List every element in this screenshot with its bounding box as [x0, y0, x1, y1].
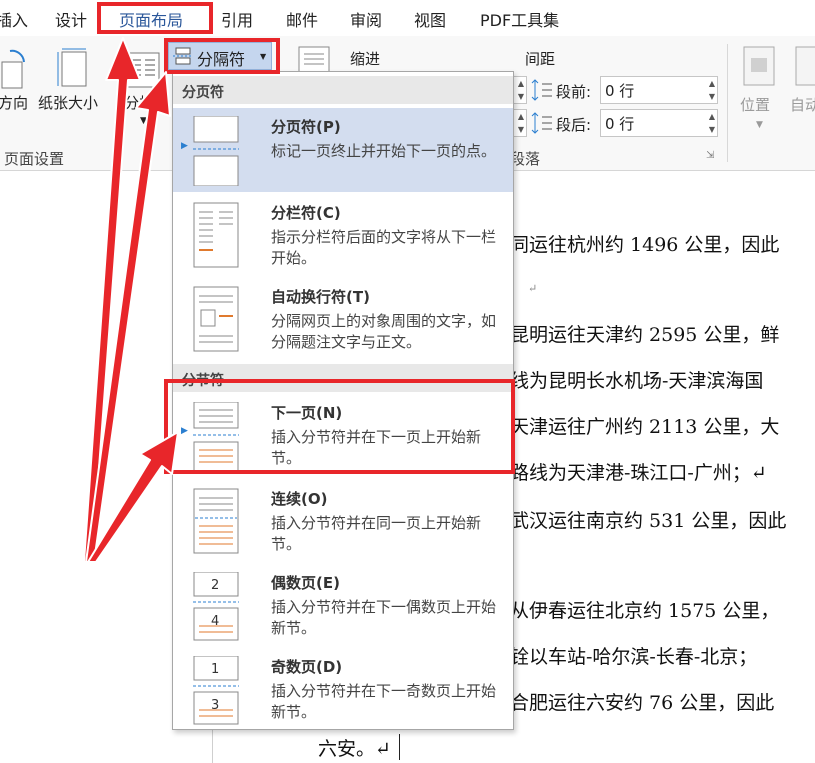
tab-view[interactable]: 视图	[414, 7, 446, 31]
indent-label: 缩进	[350, 50, 381, 68]
position-dropdown-arrow-icon: ▼	[756, 120, 763, 130]
column-break-icon	[193, 202, 239, 268]
menu-item-description: 插入分节符并在下一偶数页上开始新节。	[271, 598, 497, 637]
menu-item-title: 自动换行符(T)	[271, 288, 370, 306]
menu-item-description: 插入分节符并在下一奇数页上开始新节。	[271, 682, 497, 721]
doc-line[interactable]: 合肥运往六安约 76 公里，因此	[510, 688, 774, 715]
paragraph-dialog-launcher-icon[interactable]: ⇲	[706, 150, 714, 161]
tab-review[interactable]: 审阅	[350, 7, 382, 31]
menu-item-title: 偶数页(E)	[271, 574, 340, 592]
spacing-before-label: 段前:	[556, 83, 592, 101]
doc-paragraph-mark: ↵	[528, 282, 538, 295]
menu-item-page-break[interactable]: ▶ 分页符(P) 标记一页终止并开始下一页的点。	[173, 108, 513, 192]
group-separator	[727, 44, 728, 162]
even-page-number: 4	[211, 614, 220, 629]
spacing-before-value: 0 行	[605, 82, 635, 100]
menu-item-title: 连续(O)	[271, 490, 328, 508]
highlight-box-next-page	[164, 379, 515, 474]
menu-item-odd-page[interactable]: 1 3 奇数页(D) 插入分节符并在下一奇数页上开始新节。	[173, 648, 513, 728]
page-breaks-header: 分页符	[173, 76, 513, 104]
line-numbers-icon	[298, 46, 330, 72]
doc-line[interactable]: 线为昆明长水机场-天津滨海国	[510, 366, 763, 393]
menu-item-description: 指示分栏符后面的文字将从下一栏开始。	[271, 228, 497, 267]
continuous-icon	[193, 488, 239, 554]
even-page-number: 2	[211, 578, 220, 593]
odd-page-number: 3	[211, 698, 220, 713]
doc-line[interactable]: 天津运往广州约 2113 公里，大	[510, 412, 779, 439]
text-wrapping-break-icon	[193, 286, 239, 352]
spacing-label: 间距	[525, 50, 556, 68]
wrap-text-button[interactable]: 自动	[790, 94, 815, 115]
tab-insert[interactable]: 插入	[0, 7, 28, 31]
columns-button[interactable]: 分栏	[124, 92, 154, 113]
highlight-box-breaks-button	[164, 38, 280, 74]
menu-item-title: 奇数页(D)	[271, 658, 343, 676]
paper-size-button[interactable]: 纸张大小	[38, 92, 98, 113]
tab-mailings[interactable]: 邮件	[286, 7, 318, 31]
doc-line[interactable]: 六安。↵	[318, 734, 391, 761]
tab-references[interactable]: 引用	[221, 7, 253, 31]
doc-line[interactable]: 武汉运往南京约 531 公里，因此	[510, 506, 786, 533]
spacing-after-value: 0 行	[605, 115, 635, 133]
doc-line[interactable]: 昆明运往天津约 2595 公里，鲜	[510, 320, 779, 347]
selection-pointer-icon: ▶	[181, 141, 188, 151]
menu-item-description: 标记一页终止并开始下一页的点。	[271, 142, 497, 160]
menu-item-title: 分页符(P)	[271, 118, 341, 136]
odd-page-number: 1	[211, 662, 220, 677]
menu-item-text-wrapping-break[interactable]: 自动换行符(T) 分隔网页上的对象周围的文字，如分隔题注文字与正文。	[173, 278, 513, 362]
tab-pdf-tools[interactable]: PDF工具集	[480, 7, 559, 31]
spacing-after-icon	[531, 112, 552, 134]
doc-line[interactable]: 铨以车站-哈尔滨-长春-北京；	[510, 642, 757, 669]
spacing-before-field[interactable]: 0 行 ▲ ▼	[600, 76, 718, 104]
doc-line[interactable]: 从伊春运往北京约 1575 公里，	[510, 596, 779, 623]
orientation-button[interactable]: 方向	[0, 92, 28, 113]
menu-item-description: 插入分节符并在同一页上开始新节。	[271, 514, 482, 553]
group-paragraph-label: 段落	[510, 150, 541, 168]
spacing-before-icon	[531, 79, 552, 101]
spacing-after-label: 段后:	[556, 116, 592, 134]
columns-dropdown-arrow-icon: ▼	[140, 116, 147, 126]
doc-line[interactable]: 同运往杭州约 1496 公里，因此	[510, 230, 779, 257]
orientation-icon	[1, 49, 25, 89]
paper-size-icon	[57, 48, 87, 87]
highlight-box-page-layout-tab	[97, 2, 213, 34]
doc-line[interactable]: 路线为天津港-珠江口-广州；↵	[510, 458, 767, 485]
tab-design[interactable]: 设计	[55, 7, 87, 31]
columns-icon	[126, 52, 160, 88]
page-break-icon	[193, 116, 239, 186]
menu-item-even-page[interactable]: 2 4 偶数页(E) 插入分节符并在下一偶数页上开始新节。	[173, 564, 513, 648]
spacing-after-field[interactable]: 0 行 ▲ ▼	[600, 109, 718, 137]
menu-item-column-break[interactable]: 分栏符(C) 指示分栏符后面的文字将从下一栏开始。	[173, 194, 513, 278]
menu-item-description: 分隔网页上的对象周围的文字，如分隔题注文字与正文。	[271, 312, 497, 351]
position-icon	[743, 46, 775, 86]
menu-item-continuous[interactable]: 连续(O) 插入分节符并在同一页上开始新节。	[173, 480, 513, 564]
group-page-setup-label: 页面设置	[4, 150, 65, 168]
menu-item-title: 分栏符(C)	[271, 204, 341, 222]
wrap-text-icon	[795, 46, 815, 86]
position-button[interactable]: 位置	[740, 94, 770, 115]
text-cursor	[399, 734, 400, 760]
